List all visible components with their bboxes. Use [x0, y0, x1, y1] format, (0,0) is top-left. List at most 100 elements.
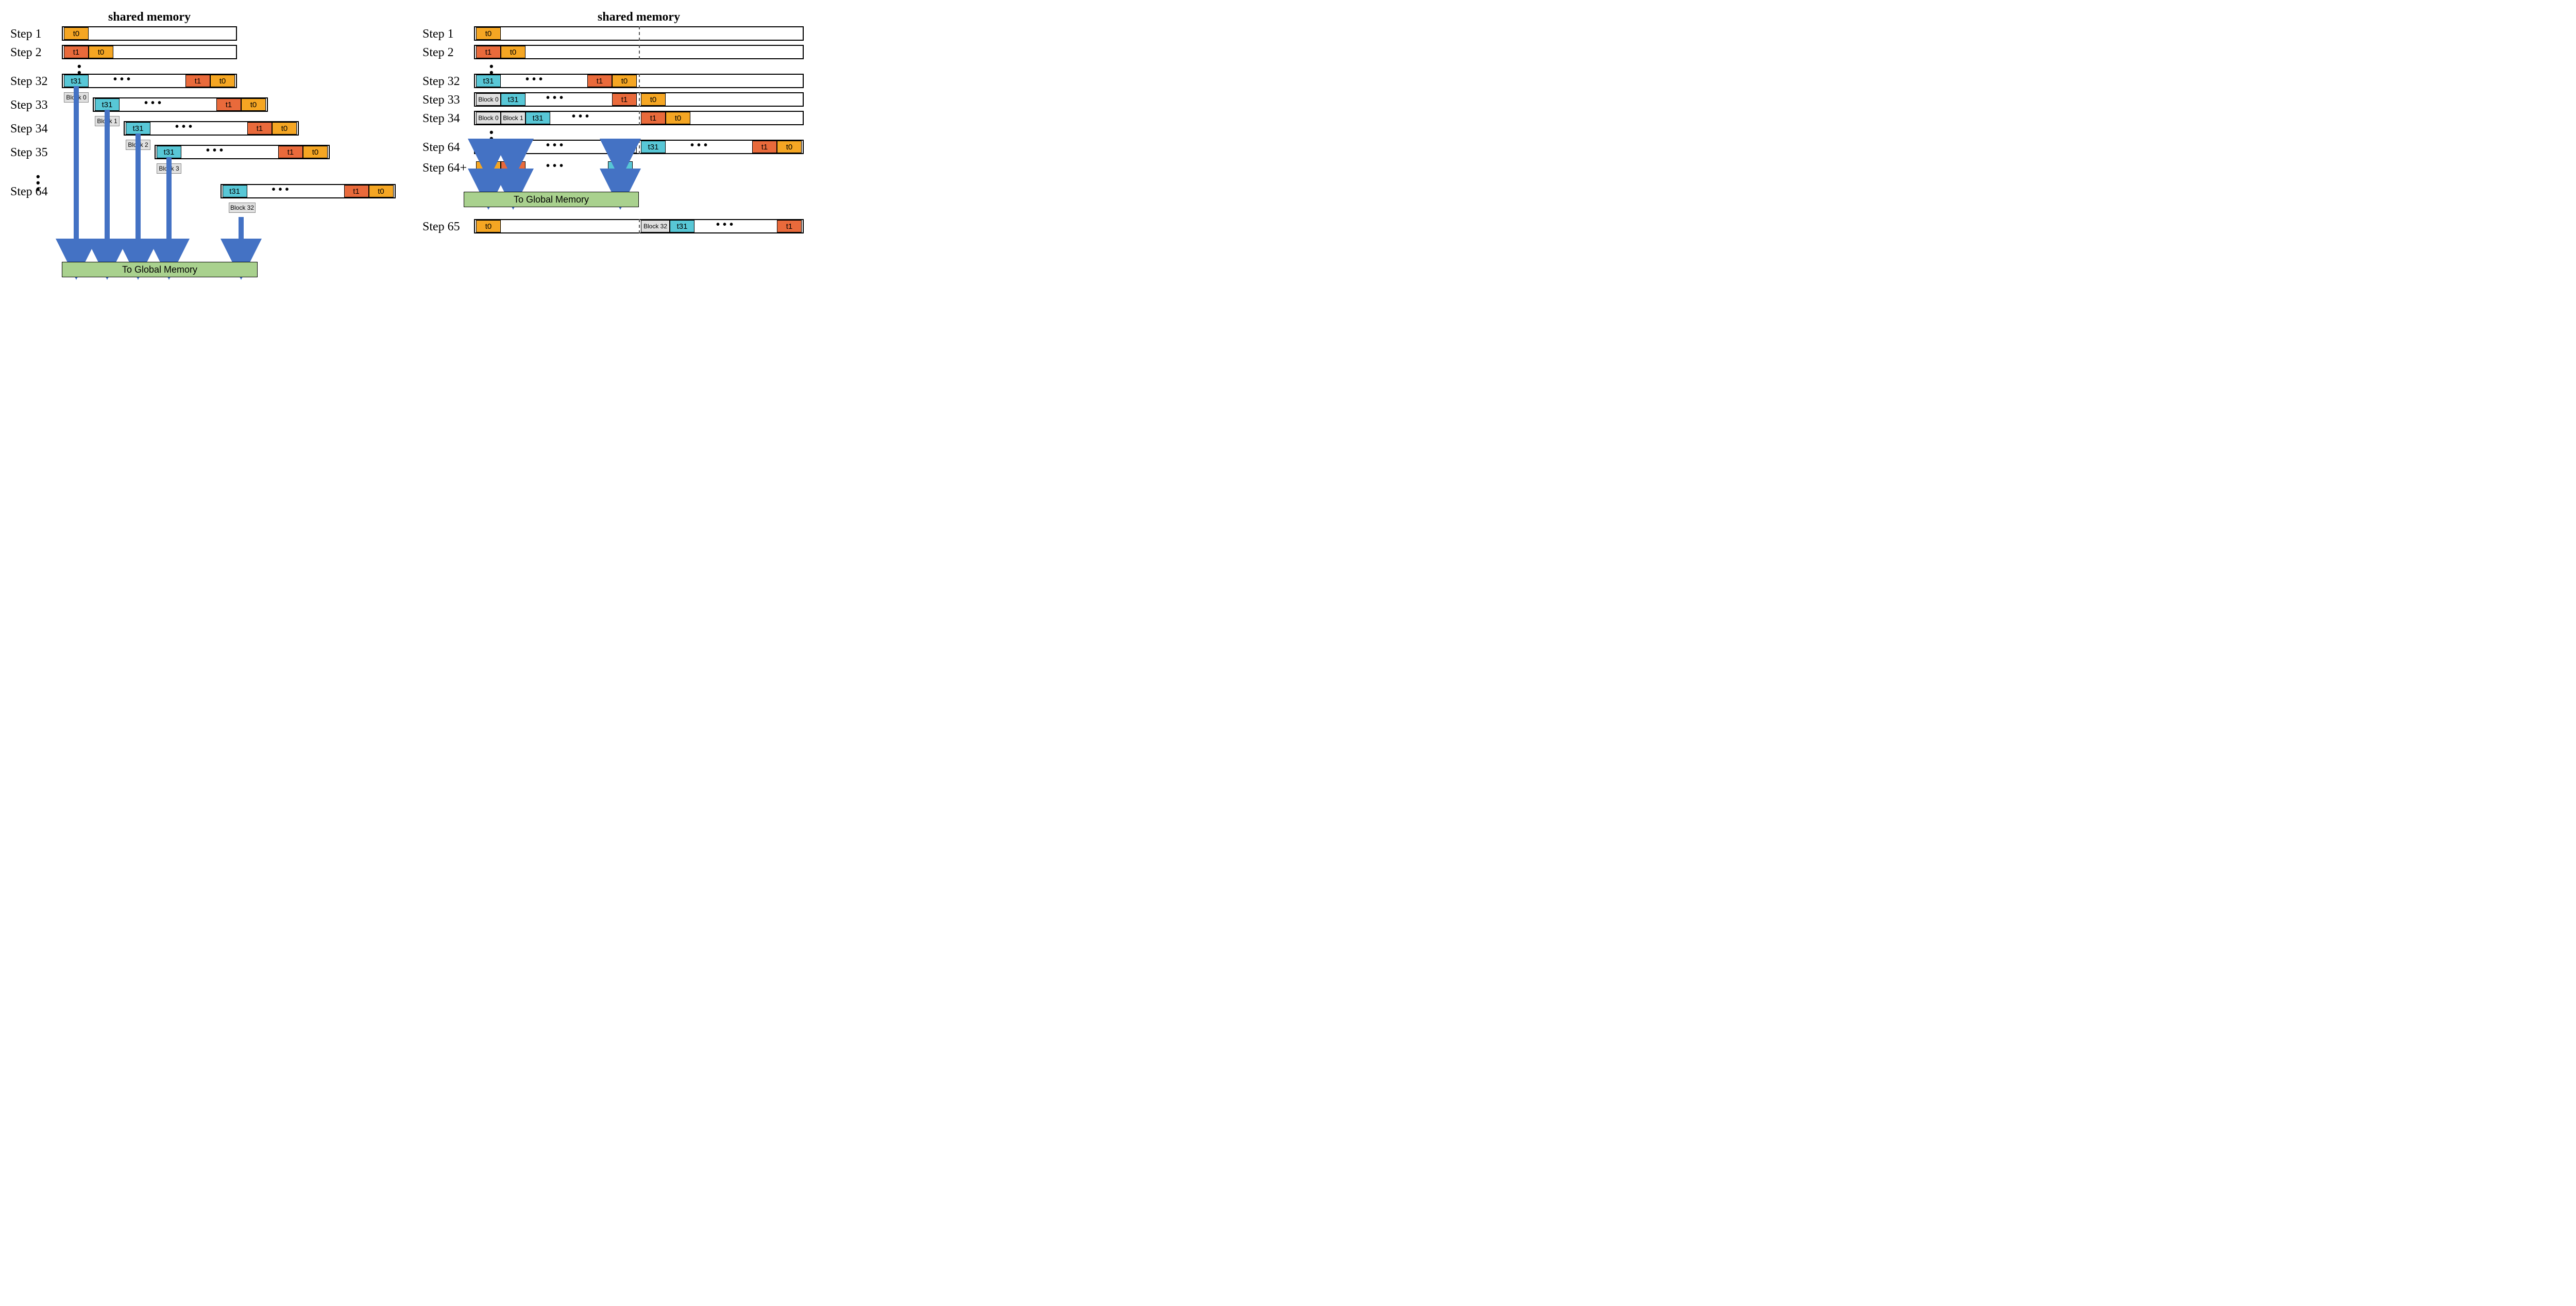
left-panel: shared memory Step 1 t0 Step 2 t1 t0 •••…	[10, 10, 371, 275]
vertical-dots: •••	[36, 174, 371, 184]
cell-t0: t0	[501, 46, 526, 58]
cell-t31: t31	[126, 122, 150, 135]
divider-line	[639, 111, 640, 125]
block-cell: Block 1	[501, 112, 526, 124]
cell-t1: t1	[587, 75, 612, 87]
left-step-row: Step 64 t31 ••• t1 t0	[10, 184, 371, 199]
right-step-row: Step 64 Block 0 Block 1 ••• Block 31 t31…	[422, 140, 845, 155]
left-title: shared memory	[62, 10, 237, 24]
step-label: Step 2	[422, 46, 474, 60]
cell-t1: t1	[344, 185, 369, 197]
cell-t0: t0	[777, 141, 802, 153]
block-cell: Block 32	[641, 220, 670, 232]
cell-t0: t0	[612, 75, 637, 87]
cell-t0: t0	[476, 161, 501, 174]
right-title: shared memory	[474, 10, 804, 24]
cell-t1: t1	[501, 161, 526, 174]
block-cell: Block 1	[501, 141, 526, 153]
dots-icon: •••	[272, 184, 292, 196]
cell-t31: t31	[223, 185, 247, 197]
cell-t1: t1	[641, 112, 666, 124]
cell-t0: t0	[666, 112, 690, 124]
cell-t1: t1	[612, 93, 637, 106]
step-label: Step 64+	[422, 161, 474, 175]
cell-t0: t0	[89, 46, 113, 58]
step-label: Step 65	[422, 220, 474, 234]
vertical-dots: •••	[77, 63, 371, 74]
dots-icon: •••	[690, 140, 710, 152]
divider-line	[639, 140, 640, 154]
cell-t31: t31	[608, 161, 633, 174]
left-step-row: Step 2 t1 t0	[10, 45, 371, 60]
dots-icon: •••	[716, 219, 736, 231]
left-step-row: Step 34 t31 ••• t1 t0	[10, 121, 371, 137]
right-step-row: Step 64+ t0 t1 ••• t31	[422, 160, 845, 176]
cell-t31: t31	[526, 112, 550, 124]
cell-t31: t31	[641, 141, 666, 153]
block-tag: Block 32	[229, 203, 256, 213]
cell-t1: t1	[64, 46, 89, 58]
cell-t31: t31	[157, 146, 181, 158]
cell-t0: t0	[64, 27, 89, 40]
step-label: Step 64	[10, 185, 56, 199]
cell-t1: t1	[216, 98, 241, 111]
global-memory-box: To Global Memory	[464, 192, 639, 207]
vertical-dots: •••	[489, 129, 845, 140]
step-label: Step 33	[422, 93, 474, 107]
cell-t1: t1	[476, 46, 501, 58]
block-cell: Block 0	[476, 141, 501, 153]
cell-t1: t1	[752, 141, 777, 153]
dots-icon: •••	[546, 160, 566, 172]
block-cell: Block 0	[476, 93, 501, 106]
dots-icon: •••	[546, 140, 566, 152]
dots-icon: •••	[206, 145, 226, 157]
right-step-row: Step 65 t0 Block 32 t31 ••• t1	[422, 219, 845, 235]
cell-t31: t31	[95, 98, 120, 111]
cell-t1: t1	[185, 75, 210, 87]
right-step-row: Step 33 Block 0 t31 ••• t1 t0	[422, 92, 845, 108]
left-step-row: Step 1 t0	[10, 26, 371, 42]
block-cell: Block 0	[476, 112, 501, 124]
step-label: Step 34	[422, 112, 474, 126]
cell-t0: t0	[210, 75, 235, 87]
divider-line	[639, 219, 640, 233]
cell-t31: t31	[670, 220, 694, 232]
dots-icon: •••	[113, 74, 133, 86]
block-cell: Block 31	[608, 141, 637, 153]
cell-t0: t0	[272, 122, 297, 135]
left-step-row: Step 32 t31 ••• t1 t0	[10, 74, 371, 89]
right-panel: shared memory Step 1 t0 Step 2 t1 t0 •••…	[422, 10, 845, 238]
global-memory-box: To Global Memory	[62, 262, 258, 277]
cell-t0: t0	[241, 98, 266, 111]
cell-t1: t1	[247, 122, 272, 135]
dots-icon: •••	[175, 121, 195, 133]
step-label: Step 32	[422, 75, 474, 89]
divider-line	[639, 45, 640, 59]
right-step-row: Step 2 t1 t0	[422, 45, 845, 60]
step-label: Step 1	[422, 27, 474, 41]
step-label: Step 64	[422, 141, 474, 155]
divider-line	[639, 74, 640, 88]
left-step-row: Step 33 t31 ••• t1 t0	[10, 97, 371, 113]
cell-t31: t31	[501, 93, 526, 106]
right-step-row: Step 32 t31 ••• t1 t0	[422, 74, 845, 89]
divider-line	[639, 26, 640, 41]
dots-icon: •••	[572, 111, 592, 123]
cell-t0: t0	[641, 93, 666, 106]
step-label: Step 1	[10, 27, 62, 41]
dots-icon: •••	[546, 92, 566, 104]
dots-icon: •••	[144, 97, 164, 109]
dots-icon: •••	[526, 74, 546, 86]
cell-t1: t1	[777, 220, 802, 232]
block-tag: Block 3	[157, 163, 181, 174]
step-label: Step 32	[10, 75, 62, 89]
cell-t31: t31	[64, 75, 89, 87]
vertical-dots: •••	[489, 63, 845, 74]
left-step-row: Step 35 t31 ••• t1 t0	[10, 145, 371, 160]
right-step-row: Step 1 t0	[422, 26, 845, 42]
cell-t0: t0	[303, 146, 328, 158]
cell-t0: t0	[476, 220, 501, 232]
cell-t31: t31	[476, 75, 501, 87]
cell-t1: t1	[278, 146, 303, 158]
step-label: Step 2	[10, 46, 62, 60]
